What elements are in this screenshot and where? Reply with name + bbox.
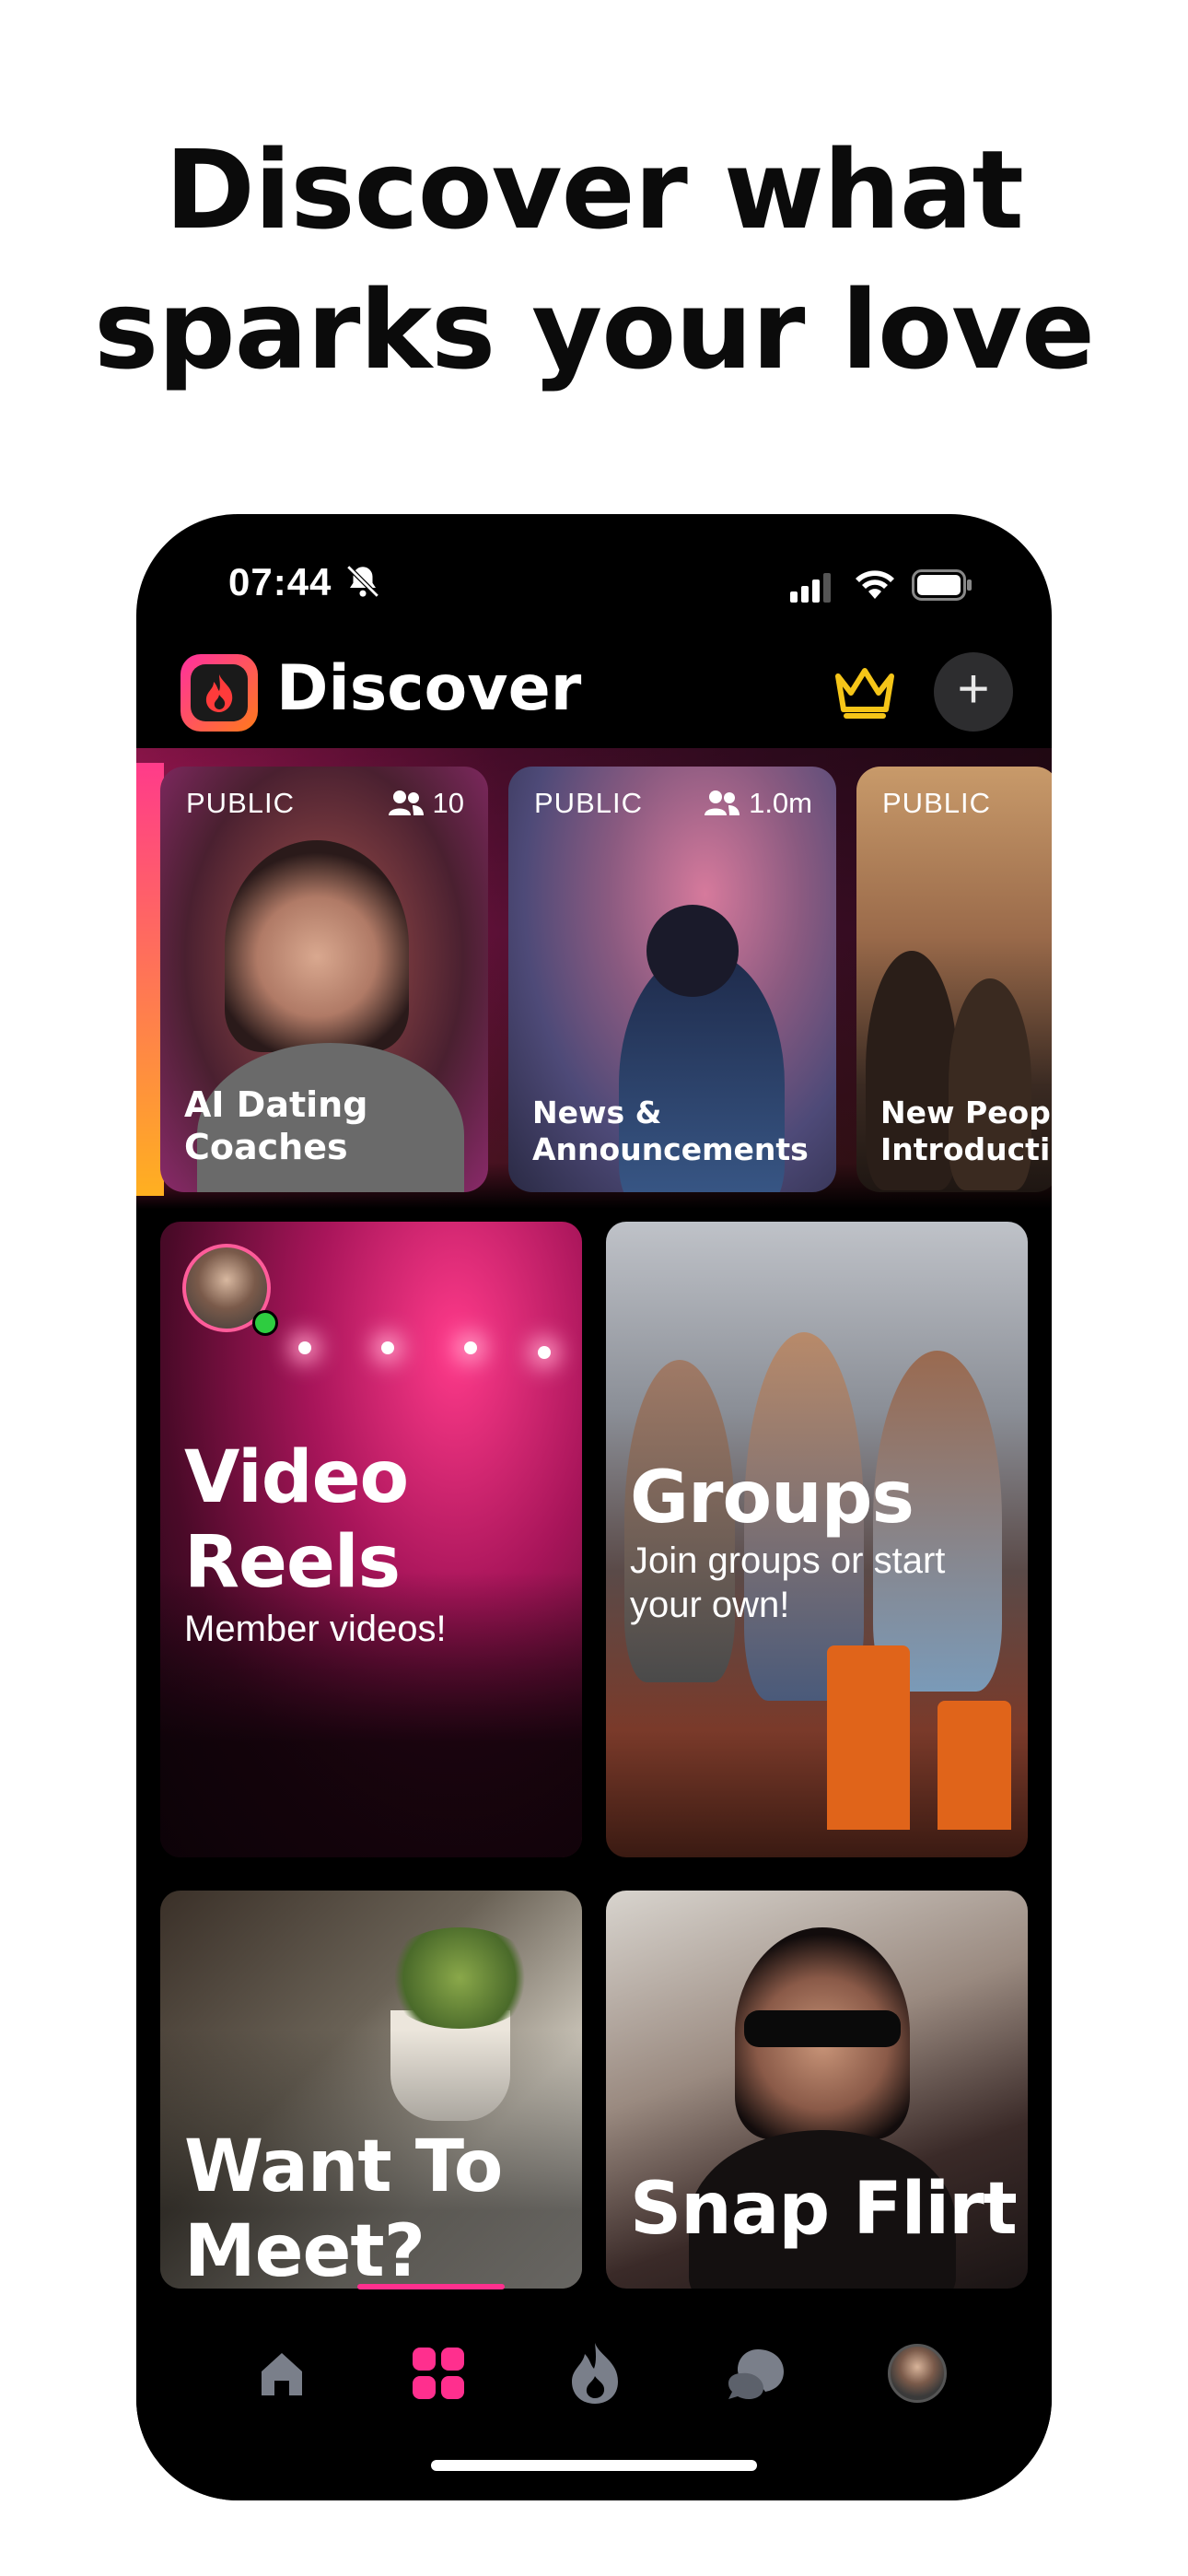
members-icon: [705, 790, 740, 815]
channel-label: News & Announcements: [532, 1095, 809, 1168]
plant-leaves: [381, 1927, 538, 2029]
cellular-signal-icon: [790, 573, 831, 603]
tile-title: Groups: [630, 1457, 914, 1540]
crown-premium-icon[interactable]: [833, 663, 897, 720]
app-logo: [181, 654, 258, 732]
tile-title-line-2: Reels: [184, 1521, 401, 1604]
tile-title-line-1: Video: [184, 1436, 409, 1519]
channel-card-ai-dating-coaches[interactable]: PUBLIC 10 AI Dating Coaches: [160, 767, 488, 1192]
tile-title: Video Reels: [184, 1435, 409, 1605]
battery-icon: [912, 569, 972, 601]
tab-profile[interactable]: [880, 2336, 954, 2410]
page-title: Discover: [276, 652, 582, 725]
stage-light: [538, 1346, 551, 1359]
grid-icon: [413, 2348, 464, 2399]
member-count: 10: [388, 787, 464, 820]
tile-subtitle-line-1: Join groups or start: [630, 1540, 946, 1581]
tile-title: Want To Meet?: [184, 2125, 503, 2289]
chat-icon: [728, 2349, 784, 2399]
add-button[interactable]: +: [934, 652, 1013, 732]
tile-title-line-2: Meet?: [184, 2210, 425, 2289]
stage-light: [298, 1341, 311, 1354]
channel-label-line-1: New Peopl: [880, 1095, 1052, 1130]
stage-light: [464, 1341, 477, 1354]
tab-messages[interactable]: [718, 2336, 792, 2410]
status-time: 07:44: [228, 560, 332, 603]
tile-subtitle: Member videos!: [184, 1609, 447, 1649]
headline-line-1: Discover what: [165, 126, 1024, 253]
status-bar: 07:44: [136, 514, 1052, 652]
orange-stool: [827, 1645, 910, 1830]
tab-matches[interactable]: [558, 2336, 632, 2410]
visibility-label: PUBLIC: [186, 787, 295, 819]
visibility-label: PUBLIC: [534, 787, 643, 819]
channel-label-line-1: News &: [532, 1095, 662, 1130]
tile-subtitle-line-2: your own!: [630, 1585, 790, 1625]
channel-label: AI Dating Coaches: [184, 1083, 367, 1168]
profile-avatar: [888, 2344, 947, 2403]
bell-muted-icon: [346, 565, 379, 598]
channel-label-line-1: AI Dating: [184, 1084, 368, 1125]
online-status-dot: [252, 1310, 278, 1336]
tile-video-reels[interactable]: Video Reels Member videos!: [160, 1222, 582, 1857]
phone-screen: 07:44 Discover + PUBLIC 10 AI Dating Coa…: [136, 514, 1052, 2500]
promo-headline: Discover what sparks your love: [0, 120, 1188, 400]
channel-label-line-2: Announcements: [532, 1131, 809, 1167]
channel-label: New Peopl Introducti: [880, 1095, 1052, 1168]
tile-title-line-1: Want To: [184, 2125, 503, 2208]
channel-photo: [225, 840, 409, 1052]
tab-discover[interactable]: [402, 2336, 475, 2410]
member-count-value: 10: [432, 787, 464, 819]
flame-icon: [572, 2343, 618, 2404]
channel-photo-head: [646, 905, 739, 997]
channel-card-new-people-introductions[interactable]: PUBLIC New Peopl Introducti: [856, 767, 1052, 1192]
home-icon: [262, 2353, 302, 2395]
orange-stool: [938, 1701, 1011, 1830]
member-count: 1.0m: [705, 787, 812, 820]
tile-want-to-meet[interactable]: Want To Meet?: [160, 1891, 582, 2289]
members-icon: [388, 790, 424, 815]
tile-subtitle: Join groups or start your own!: [630, 1539, 945, 1627]
visibility-label: PUBLIC: [882, 787, 991, 819]
flame-logo-icon: [205, 674, 233, 712]
active-tab-indicator: [357, 2284, 505, 2289]
member-count-value: 1.0m: [749, 787, 812, 819]
tile-groups[interactable]: Groups Join groups or start your own!: [606, 1222, 1028, 1857]
sunglasses: [744, 2010, 901, 2047]
headline-line-2: sparks your love: [93, 266, 1095, 393]
wifi-icon: [856, 570, 894, 599]
tab-home[interactable]: [245, 2336, 319, 2410]
tile-title: Snap Flirt: [630, 2168, 1018, 2251]
home-indicator[interactable]: [431, 2460, 757, 2471]
channel-card-news-announcements[interactable]: PUBLIC 1.0m News & Announcements: [508, 767, 836, 1192]
tile-snap-flirt[interactable]: Snap Flirt: [606, 1891, 1028, 2289]
stage-light: [381, 1341, 394, 1354]
channel-label-line-2: Coaches: [184, 1127, 348, 1167]
channel-label-line-2: Introducti: [880, 1131, 1051, 1167]
